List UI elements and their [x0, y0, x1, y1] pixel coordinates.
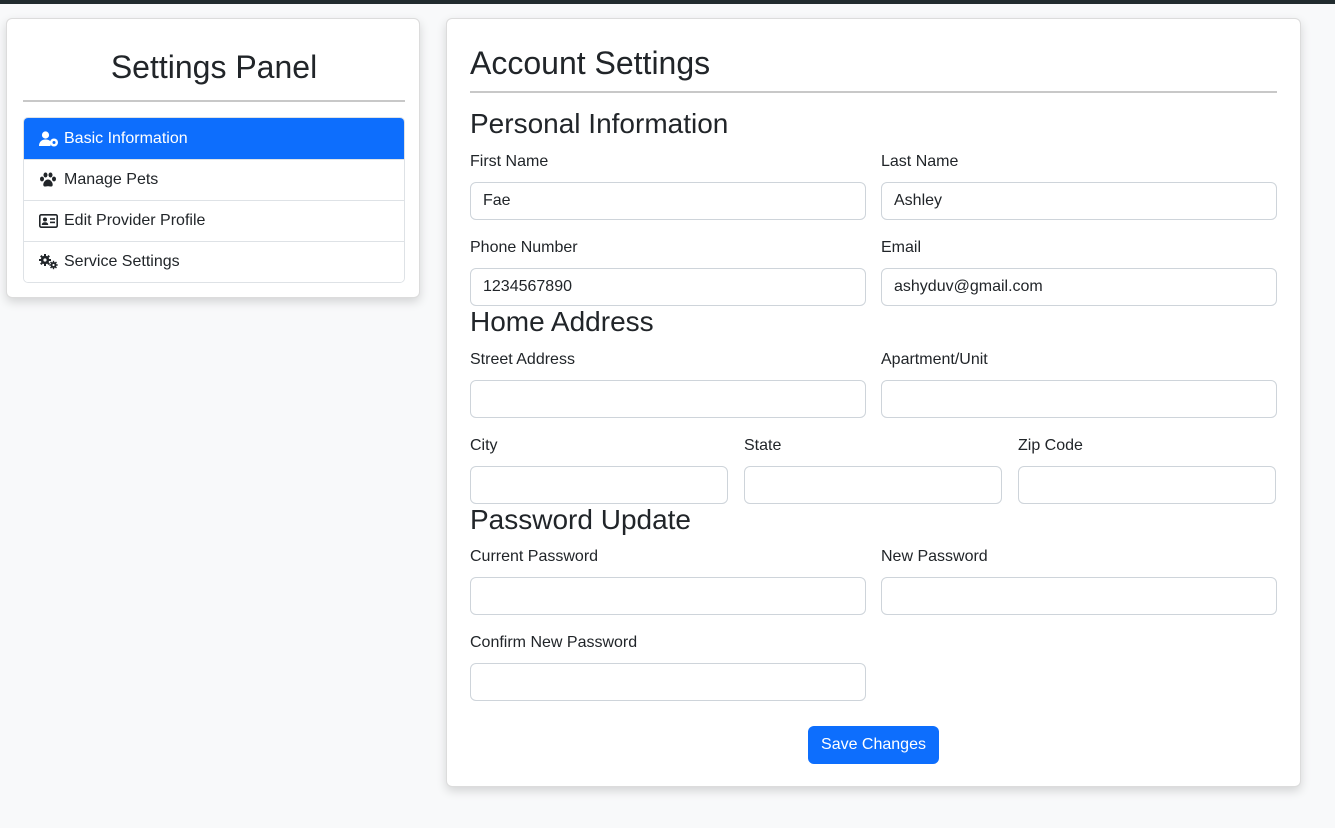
section-title-address: Home Address: [470, 306, 654, 337]
settings-nav: Basic Information Manage Pets Edit Provi…: [23, 117, 405, 283]
phone-field[interactable]: [470, 268, 866, 306]
gears-icon: [39, 254, 59, 270]
phone-label: Phone Number: [470, 239, 578, 256]
current-password-field[interactable]: [470, 577, 866, 615]
save-changes-button[interactable]: Save Changes: [808, 726, 939, 764]
confirm-password-field[interactable]: [470, 663, 866, 701]
account-settings-card: Account Settings Personal Information Fi…: [446, 18, 1301, 787]
email-label: Email: [881, 239, 922, 256]
nav-item-edit-provider-profile[interactable]: Edit Provider Profile: [24, 200, 404, 241]
section-title-password: Password Update: [470, 504, 692, 535]
state-label: State: [744, 437, 782, 454]
nav-item-basic-information[interactable]: Basic Information: [24, 118, 404, 159]
section-title-personal: Personal Information: [470, 108, 729, 139]
settings-panel: Settings Panel Basic Information Manage …: [6, 18, 420, 298]
id-card-icon: [39, 213, 59, 229]
nav-item-manage-pets[interactable]: Manage Pets: [24, 159, 404, 200]
page-title: Account Settings: [470, 45, 711, 81]
paw-icon: [39, 172, 59, 188]
confirm-password-label: Confirm New Password: [470, 634, 638, 651]
state-field[interactable]: [744, 466, 1002, 504]
city-label: City: [470, 437, 498, 454]
last-name-field[interactable]: [881, 182, 1277, 220]
street-address-label: Street Address: [470, 351, 575, 368]
last-name-label: Last Name: [881, 153, 959, 170]
user-gear-icon: [39, 130, 59, 147]
apartment-field[interactable]: [881, 380, 1277, 418]
first-name-field[interactable]: [470, 182, 866, 220]
panel-title: Settings Panel: [110, 49, 318, 85]
zip-code-field[interactable]: [1018, 466, 1276, 504]
top-bar: [0, 0, 1335, 4]
nav-item-label: Basic Information: [64, 129, 188, 147]
apartment-label: Apartment/Unit: [881, 351, 988, 368]
nav-item-service-settings[interactable]: Service Settings: [24, 241, 404, 282]
current-password-label: Current Password: [470, 548, 599, 565]
street-address-field[interactable]: [470, 380, 866, 418]
nav-item-label: Manage Pets: [64, 171, 159, 188]
zip-code-label: Zip Code: [1018, 437, 1083, 454]
email-field[interactable]: [881, 268, 1277, 306]
nav-item-label: Service Settings: [64, 253, 180, 270]
first-name-label: First Name: [470, 153, 549, 170]
divider: [470, 91, 1277, 93]
new-password-field[interactable]: [881, 577, 1277, 615]
divider: [23, 100, 405, 102]
city-field[interactable]: [470, 466, 728, 504]
new-password-label: New Password: [881, 548, 988, 565]
nav-item-label: Edit Provider Profile: [64, 212, 206, 229]
